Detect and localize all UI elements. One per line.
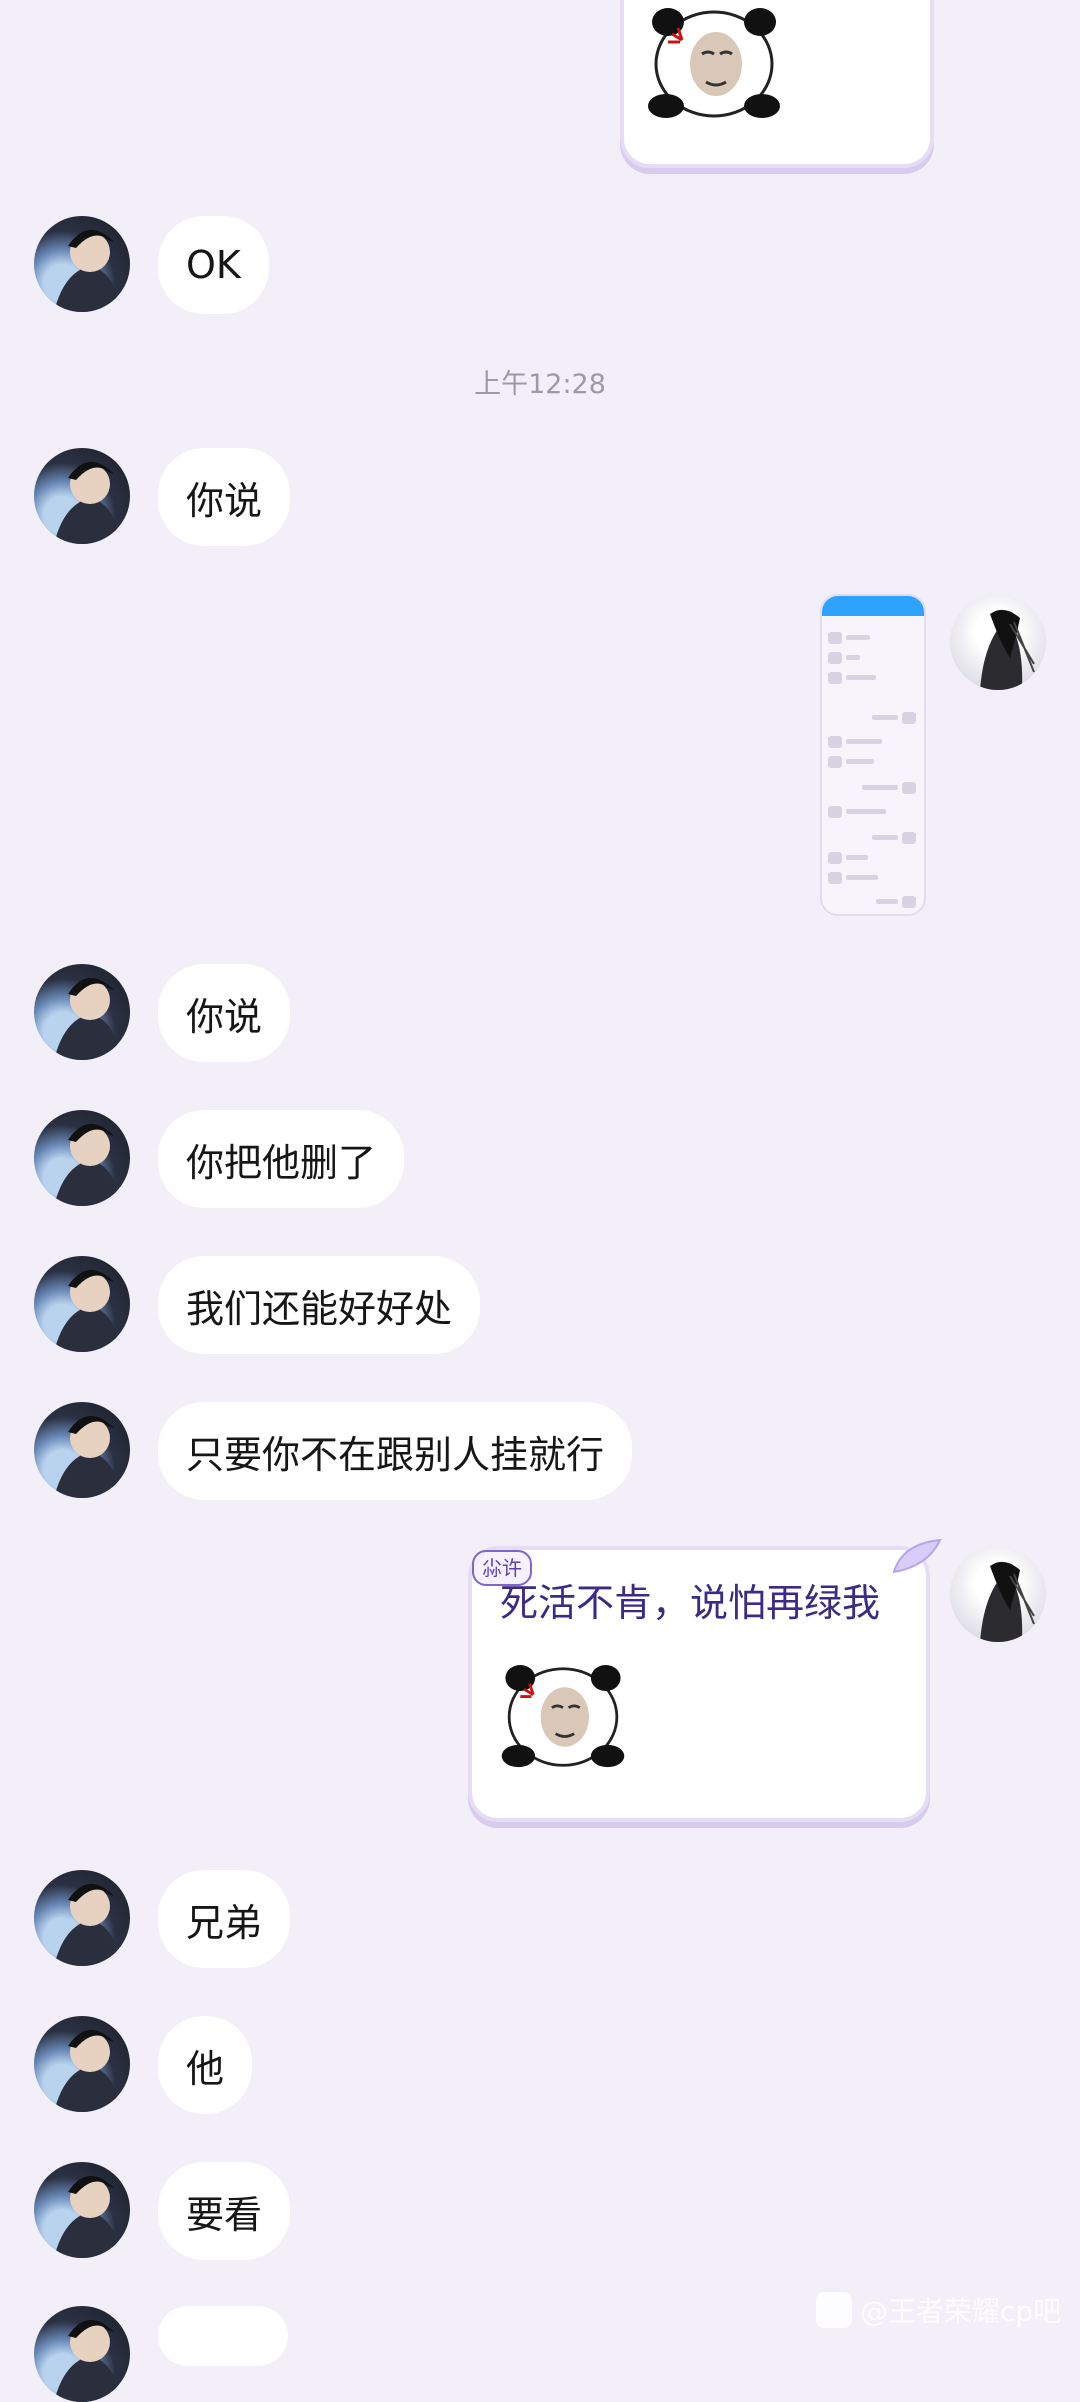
screenshot-thumbnail-icon [828,632,916,908]
contact-avatar[interactable] [34,964,130,1060]
message-bubble[interactable]: 他 [158,2016,253,2114]
contact-avatar[interactable] [34,2016,130,2112]
my-avatar[interactable] [950,1546,1046,1642]
message-bubble[interactable]: 只要你不在跟别人挂就行 [158,1402,633,1500]
image-message-screenshot[interactable] [820,594,926,916]
message-text: 只要你不在跟别人挂就行 [186,1432,605,1477]
message-text: 你说 [186,994,263,1039]
message-bubble[interactable]: 你把他删了 [158,1110,405,1208]
contact-avatar[interactable] [34,2306,130,2402]
watermark-logo-icon [816,2292,852,2328]
contact-avatar[interactable] [34,216,130,312]
contact-avatar[interactable] [34,1256,130,1352]
message-text: 要看 [186,2192,263,2237]
message-bubble[interactable]: 你说 [158,964,291,1062]
message-bubble[interactable]: 要看 [158,2162,291,2260]
petal-decoration-icon [892,1538,942,1574]
panda-sticker-icon [644,4,784,124]
contact-avatar[interactable] [34,1402,130,1498]
sticker-message-top[interactable] [620,0,934,168]
message-bubble[interactable]: OK [158,216,269,314]
contact-avatar[interactable] [34,1110,130,1206]
message-bubble[interactable]: 你说 [158,448,291,546]
my-avatar[interactable] [950,594,1046,690]
message-text: 你说 [186,478,263,523]
message-text: OK [186,243,241,287]
contact-avatar[interactable] [34,2162,130,2258]
sticker-caption: 死活不肯，说怕再绿我 [500,1581,881,1625]
message-text: 我们还能好好处 [186,1286,453,1331]
contact-avatar[interactable] [34,448,130,544]
screenshot-header-bar [822,596,924,616]
contact-avatar[interactable] [34,1870,130,1966]
message-text: 你把他删了 [186,1140,377,1185]
message-timestamp: 上午12:28 [474,369,606,400]
message-text: 兄弟 [186,1900,263,1945]
message-text: 他 [186,2046,225,2091]
panda-sticker-icon [498,1654,628,1780]
sticker-message[interactable]: 尛许 死活不肯，说怕再绿我 [468,1538,942,1822]
message-bubble-partial[interactable] [158,2306,288,2366]
watermark-text: @王者荣耀cp吧 [860,2295,1062,2328]
message-bubble[interactable]: 我们还能好好处 [158,1256,481,1354]
message-bubble[interactable]: 兄弟 [158,1870,291,1968]
watermark: @王者荣耀cp吧 [816,2290,1061,2330]
